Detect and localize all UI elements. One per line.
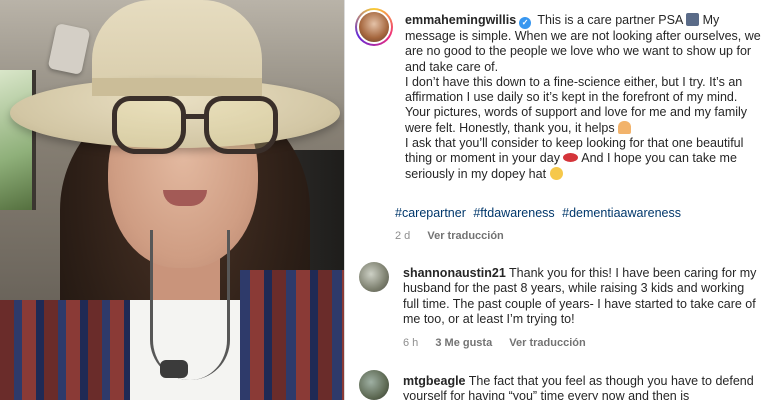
hashtag-link[interactable]: #ftdawareness (473, 206, 554, 220)
flannel-left (0, 300, 130, 400)
verified-badge-icon: ✓ (519, 17, 532, 29)
comments-panel: emmahemingwillis ✓ This is a care partner… (344, 0, 768, 400)
caption-line-1: This is a care partner PSA (537, 13, 683, 27)
author-avatar[interactable] (355, 8, 393, 46)
caption-meta: 2 d Ver traducción (395, 230, 518, 242)
glasses (112, 96, 282, 158)
post-media[interactable] (0, 0, 344, 400)
car-window (0, 70, 36, 210)
grinning-face-emoji (549, 166, 563, 180)
instagram-post-view: emmahemingwillis ✓ This is a care partner… (0, 0, 768, 400)
speaker-emoji (686, 13, 700, 26)
glasses-bridge (184, 114, 206, 119)
see-translation-link[interactable]: Ver traducción (509, 337, 585, 349)
glasses-lens-left (112, 96, 186, 154)
hashtag-link[interactable]: #dementiaawareness (562, 206, 681, 220)
commenter-username[interactable]: mtgbeagle (403, 374, 466, 388)
comment-likes[interactable]: 3 Me gusta (435, 337, 492, 349)
flannel-right (240, 270, 344, 400)
commenter-avatar[interactable] (359, 370, 389, 400)
commenter-username[interactable]: shannonaustin21 (403, 266, 506, 280)
commenter-avatar[interactable] (359, 262, 389, 292)
comment-age: 6 h (403, 337, 419, 349)
comment-text: shannonaustin21 Thank you for this! I ha… (403, 266, 763, 327)
comment-meta: 6 h 3 Me gusta Ver traducción (403, 337, 600, 349)
lips-emoji (563, 153, 579, 163)
hashtags: #carepartner #ftdawareness #dementiaawar… (395, 206, 685, 220)
caption-text: emmahemingwillis ✓ This is a care partner… (405, 13, 765, 182)
see-translation-link[interactable]: Ver traducción (427, 230, 503, 242)
praying-hands-emoji (618, 120, 632, 134)
hashtag-link[interactable]: #carepartner (395, 206, 466, 220)
author-username[interactable]: emmahemingwillis (405, 13, 516, 27)
hat-band (92, 78, 262, 96)
hat-cord-clip (160, 360, 188, 378)
comment-text: mtgbeagle The fact that you feel as thou… (403, 374, 763, 400)
caption-line-3: I don’t have this down to a fine-science… (405, 74, 748, 135)
glasses-lens-right (204, 96, 278, 154)
post-age: 2 d (395, 230, 411, 242)
hat-cord (150, 230, 230, 380)
